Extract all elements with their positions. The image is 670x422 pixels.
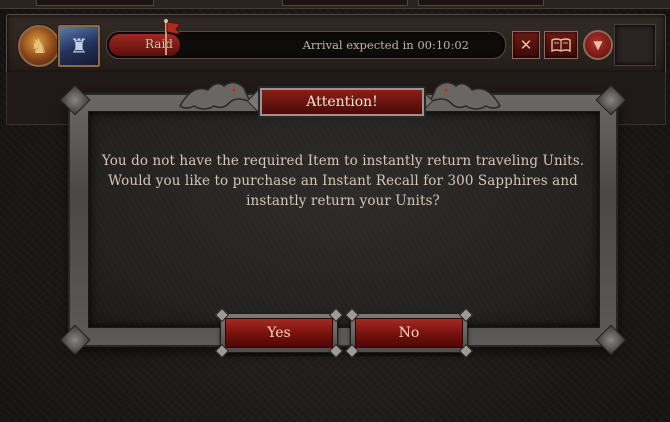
raid-flag-icon — [164, 19, 182, 55]
dialog-message: You do not have the required Item to ins… — [101, 153, 585, 209]
dialog-title: Attention! — [260, 88, 424, 116]
expand-button[interactable]: ▼ — [583, 30, 613, 60]
dialog-title-plate: Attention! — [246, 81, 434, 119]
top-tab-strip — [0, 0, 670, 9]
hero-portrait-icon[interactable]: ♜ — [58, 25, 100, 67]
report-button[interactable] — [544, 31, 578, 59]
yes-button-label[interactable]: Yes — [225, 318, 333, 348]
top-tab-right[interactable] — [418, 0, 544, 6]
empty-slot[interactable] — [614, 24, 656, 66]
unit-avatar-icon[interactable]: ♞ — [18, 25, 60, 67]
gargoyle-left-icon — [179, 81, 252, 110]
no-button[interactable]: No — [344, 307, 474, 359]
chevron-down-icon: ▼ — [593, 38, 603, 52]
scroll-icon — [551, 38, 571, 53]
dialog-content-area — [88, 111, 600, 328]
knight-icon: ♜ — [70, 34, 88, 58]
creature-icon: ♞ — [30, 34, 48, 58]
gargoyle-right-icon — [428, 81, 501, 110]
yes-button[interactable]: Yes — [214, 307, 344, 359]
top-tab-middle[interactable] — [282, 0, 408, 6]
arrival-countdown: Arrival expected in 00:10:02 — [302, 38, 469, 52]
cancel-movement-button[interactable]: ✕ — [512, 31, 540, 59]
no-button-label[interactable]: No — [355, 318, 463, 348]
close-icon: ✕ — [519, 36, 533, 54]
attention-dialog — [59, 84, 627, 356]
top-tab-left[interactable] — [36, 0, 154, 6]
